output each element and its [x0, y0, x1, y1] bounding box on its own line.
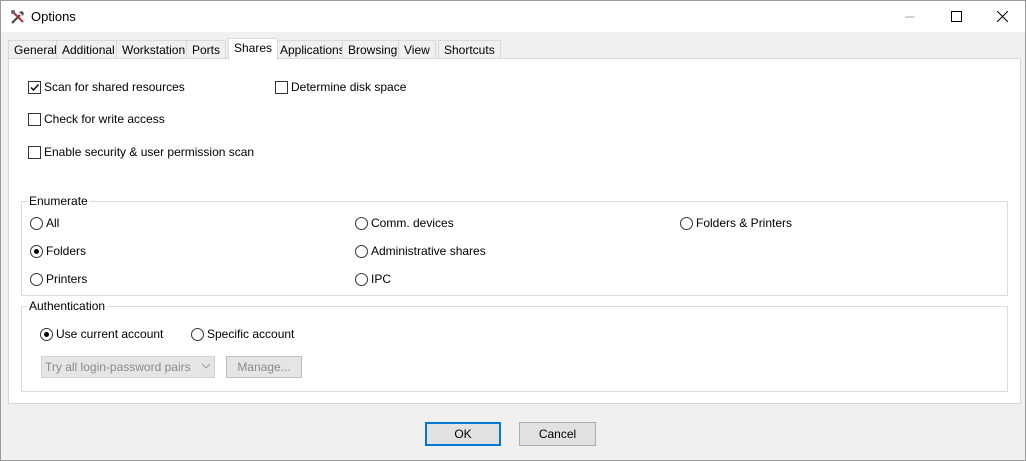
specific-account-label: Specific account: [207, 327, 295, 341]
radio-comm-devices[interactable]: Comm. devices: [355, 216, 454, 230]
radio-ipc[interactable]: IPC: [355, 272, 391, 286]
maximize-icon: [950, 11, 962, 22]
radio-folders-label: Folders: [46, 244, 87, 258]
authentication-group: Authentication Use current account Speci…: [21, 299, 1008, 392]
tab-additional[interactable]: Additional: [56, 40, 121, 58]
radio-circle: [30, 272, 43, 286]
radio-admin-shares-label: Administrative shares: [371, 244, 486, 258]
checkbox-box: [275, 80, 288, 94]
scan-shared-label: Scan for shared resources: [44, 80, 185, 94]
checkbox-box: [28, 112, 41, 126]
radio-comm-devices-label: Comm. devices: [371, 216, 454, 230]
radio-circle: [30, 244, 43, 258]
checkbox-box: [28, 80, 41, 94]
tab-workstation[interactable]: Workstation: [116, 40, 192, 58]
radio-admin-shares[interactable]: Administrative shares: [355, 244, 486, 258]
checkmark-icon: [30, 83, 40, 91]
authentication-label: Authentication: [27, 299, 108, 313]
login-pairs-value: Try all login-password pairs: [45, 360, 191, 374]
radio-printers-label: Printers: [46, 272, 88, 286]
tab-shortcuts[interactable]: Shortcuts: [438, 40, 501, 58]
options-window: Options General Additional Workstation P…: [0, 0, 1026, 461]
tab-general[interactable]: General: [8, 40, 63, 58]
radio-folders-printers[interactable]: Folders & Printers: [680, 216, 792, 230]
chevron-down-icon: [202, 364, 210, 369]
write-access-checkbox[interactable]: Check for write access: [28, 112, 165, 126]
tab-shares[interactable]: Shares: [228, 38, 279, 60]
enumerate-label: Enumerate: [27, 194, 90, 208]
tab-applications[interactable]: Applications: [274, 40, 351, 58]
radio-specific-account[interactable]: Specific account: [191, 327, 294, 341]
tab-ports[interactable]: Ports: [186, 40, 227, 58]
radio-all-label: All: [46, 216, 60, 230]
radio-circle: [680, 216, 693, 230]
close-button[interactable]: [979, 1, 1025, 32]
shares-panel: Scan for shared resources Determine disk…: [8, 58, 1021, 404]
enumerate-group: Enumerate All Folders Printers Comm. dev…: [21, 194, 1008, 296]
close-icon: [996, 11, 1008, 22]
scan-shared-checkbox[interactable]: Scan for shared resources: [28, 80, 185, 94]
tab-browsing[interactable]: Browsing: [342, 40, 404, 58]
disk-space-checkbox[interactable]: Determine disk space: [275, 80, 406, 94]
tools-icon: [10, 9, 26, 25]
minimize-icon: [905, 16, 915, 17]
tab-view[interactable]: View: [398, 40, 436, 58]
radio-circle: [355, 216, 368, 230]
radio-circle: [191, 327, 204, 341]
radio-use-current-account[interactable]: Use current account: [40, 327, 163, 341]
radio-circle: [30, 216, 43, 230]
use-current-account-label: Use current account: [56, 327, 164, 341]
radio-folders-printers-label: Folders & Printers: [696, 216, 793, 230]
security-scan-checkbox[interactable]: Enable security & user permission scan: [28, 145, 254, 159]
login-pairs-select[interactable]: Try all login-password pairs: [41, 356, 215, 378]
manage-button[interactable]: Manage...: [226, 356, 302, 378]
radio-ipc-label: IPC: [371, 272, 392, 286]
maximize-button[interactable]: [933, 1, 979, 32]
radio-circle: [355, 272, 368, 286]
radio-all[interactable]: All: [30, 216, 59, 230]
radio-circle: [355, 244, 368, 258]
radio-circle: [40, 327, 53, 341]
window-title: Options: [31, 9, 76, 24]
checkbox-box: [28, 145, 41, 159]
minimize-button[interactable]: [887, 1, 933, 32]
security-scan-label: Enable security & user permission scan: [44, 145, 255, 159]
cancel-button[interactable]: Cancel: [519, 422, 596, 446]
disk-space-label: Determine disk space: [291, 80, 407, 94]
radio-printers[interactable]: Printers: [30, 272, 87, 286]
radio-folders[interactable]: Folders: [30, 244, 86, 258]
write-access-label: Check for write access: [44, 112, 165, 126]
ok-button[interactable]: OK: [425, 422, 501, 446]
title-bar: Options: [1, 1, 1025, 32]
